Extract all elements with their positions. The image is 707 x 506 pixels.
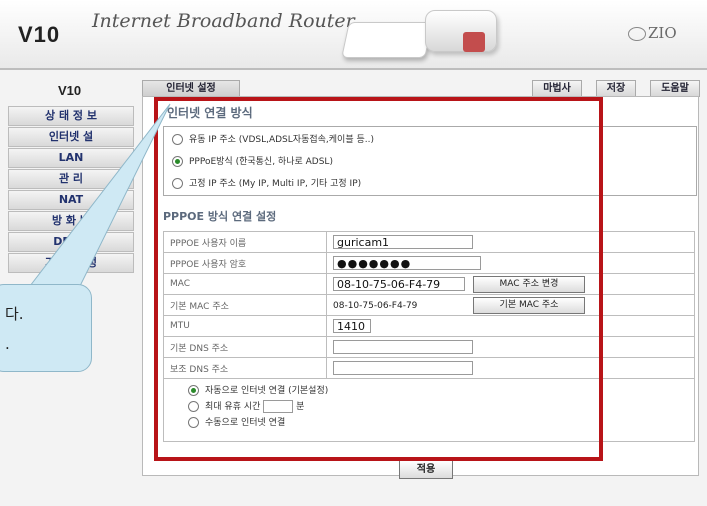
- callout-line2: .: [5, 335, 10, 353]
- callout-box: 다. .: [0, 284, 92, 372]
- callout-line1: 다.: [5, 305, 24, 323]
- callout-pointer: [28, 103, 171, 287]
